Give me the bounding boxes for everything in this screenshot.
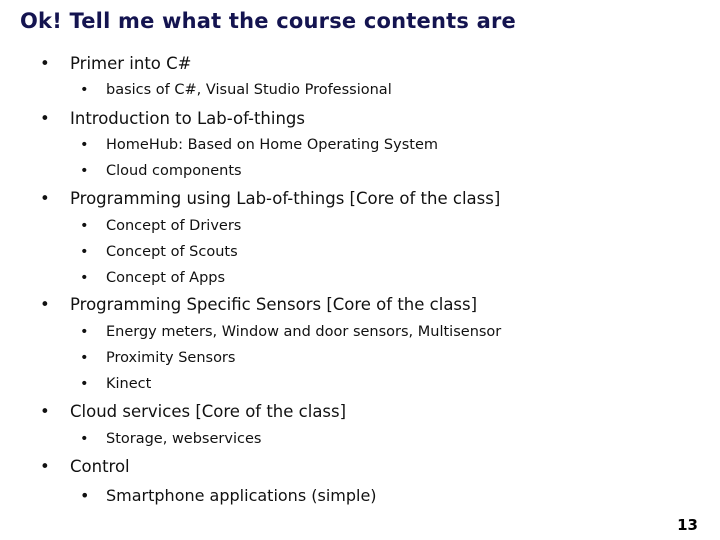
sub-bullet-item: • Cloud components — [80, 163, 242, 179]
sub-bullet-text: HomeHub: Based on Home Operating System — [106, 137, 439, 153]
sub-bullet-item: • Energy meters, Window and door sensors,… — [80, 324, 501, 340]
bullet-icon: • — [40, 109, 50, 128]
bullet-icon: • — [40, 402, 50, 421]
bullet-item: • Programming Specific Sensors [Core of t… — [40, 295, 477, 314]
bullet-icon: • — [80, 244, 89, 260]
sub-bullet-item: • basics of C#, Visual Studio Professiona… — [80, 82, 392, 98]
bullet-text: Introduction to Lab-of-things — [70, 109, 306, 128]
bullet-icon: • — [40, 295, 50, 314]
slide-title: Ok! Tell me what the course contents are — [20, 9, 516, 33]
bullet-icon: • — [80, 486, 90, 505]
sub-bullet-text: basics of C#, Visual Studio Professional — [106, 82, 392, 98]
bullet-icon: • — [80, 431, 89, 447]
sub-bullet-item: • Storage, webservices — [80, 431, 261, 447]
bullet-item: • Introduction to Lab-of-things — [40, 109, 305, 128]
sub-bullet-text: Kinect — [106, 376, 152, 392]
sub-bullet-text: Proximity Sensors — [106, 350, 236, 366]
bullet-icon: • — [80, 270, 89, 286]
bullet-icon: • — [80, 82, 89, 98]
sub-bullet-item: • Concept of Scouts — [80, 244, 238, 260]
sub-bullet-item: • Proximity Sensors — [80, 350, 235, 366]
sub-bullet-item: • Kinect — [80, 376, 151, 392]
sub-bullet-text: Energy meters, Window and door sensors, … — [106, 324, 502, 340]
bullet-icon: • — [40, 54, 50, 73]
bullet-icon: • — [40, 457, 50, 476]
bullet-icon: • — [80, 218, 89, 234]
bullet-item: • Primer into C# — [40, 54, 191, 73]
sub-bullet-text: Cloud components — [106, 163, 242, 179]
bullet-icon: • — [80, 324, 89, 340]
bullet-text: Programming Specific Sensors [Core of th… — [70, 295, 478, 314]
sub-bullet-item: • Concept of Apps — [80, 270, 225, 286]
sub-bullet-text: Storage, webservices — [106, 431, 262, 447]
sub-bullet-item: • Concept of Drivers — [80, 218, 241, 234]
bullet-icon: • — [80, 163, 89, 179]
sub-bullet-text: Concept of Scouts — [106, 244, 238, 260]
bullet-item: • Control — [40, 457, 130, 476]
bullet-icon: • — [40, 189, 50, 208]
bullet-icon: • — [80, 137, 89, 153]
bullet-item: • Programming using Lab-of-things [Core o… — [40, 189, 500, 208]
sub-bullet-text: Concept of Drivers — [106, 218, 242, 234]
bullet-icon: • — [80, 376, 89, 392]
sub-bullet-text: Smartphone applications (simple) — [106, 486, 377, 505]
bullet-text: Control — [70, 457, 130, 476]
bullet-icon: • — [80, 350, 89, 366]
sub-bullet-item: • HomeHub: Based on Home Operating System — [80, 137, 438, 153]
sub-bullet-item: • Smartphone applications (simple) — [80, 486, 377, 505]
sub-bullet-text: Concept of Apps — [106, 270, 226, 286]
bullet-text: Programming using Lab-of-things [Core of… — [70, 189, 501, 208]
bullet-text: Cloud services [Core of the class] — [70, 402, 347, 421]
bullet-item: • Cloud services [Core of the class] — [40, 402, 346, 421]
page-number: 13 — [677, 516, 698, 534]
bullet-text: Primer into C# — [70, 54, 192, 73]
